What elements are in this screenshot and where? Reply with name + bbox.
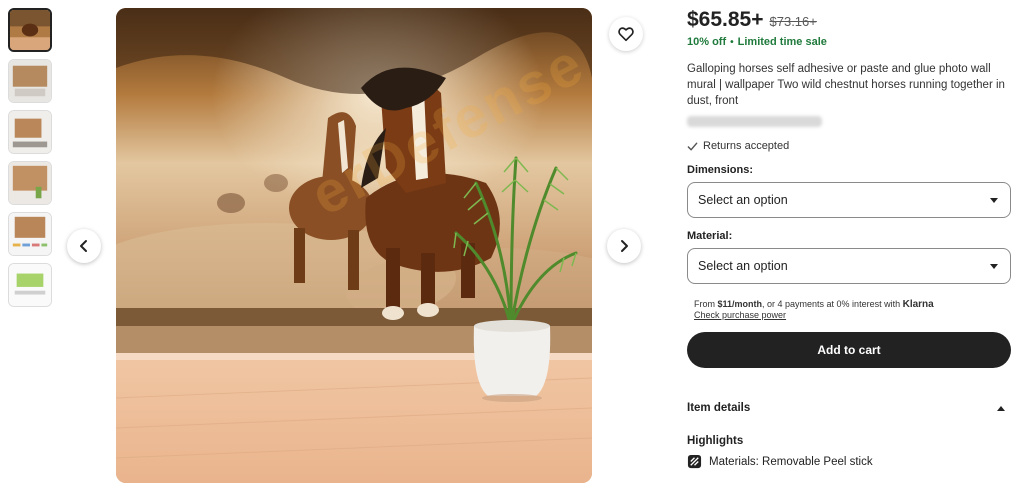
thumbnail-3[interactable] bbox=[8, 110, 52, 154]
sale-price: $65.85+ bbox=[687, 8, 764, 31]
material-value: Select an option bbox=[698, 259, 788, 273]
item-details-label: Item details bbox=[687, 402, 751, 414]
sale-separator: • bbox=[730, 36, 734, 48]
thumbnail-5[interactable] bbox=[8, 212, 52, 256]
klarna-brand: Klarna bbox=[902, 299, 934, 310]
previous-image-button[interactable] bbox=[67, 229, 101, 263]
original-price: $73.16+ bbox=[769, 14, 817, 29]
checkmark-icon bbox=[687, 142, 698, 150]
material-select[interactable]: Select an option bbox=[687, 248, 1011, 284]
discount-text: 10% off bbox=[687, 36, 727, 48]
klarna-financing: From $11/month, or 4 payments at 0% inte… bbox=[687, 299, 1011, 321]
thumbnail-2[interactable] bbox=[8, 59, 52, 103]
thumbnail-4[interactable] bbox=[8, 161, 52, 205]
thumbnail-3-image bbox=[9, 111, 51, 153]
price-row: $65.85+ $73.16+ bbox=[687, 8, 1011, 32]
highlights-heading: Highlights bbox=[687, 435, 744, 447]
add-to-cart-button[interactable]: Add to cart bbox=[687, 332, 1011, 368]
material-label: Material: bbox=[687, 230, 733, 242]
caret-down-icon bbox=[990, 197, 998, 203]
seller-name-blurred[interactable] bbox=[687, 116, 822, 127]
returns-text: Returns accepted bbox=[703, 140, 790, 152]
listing-title: Galloping horses self adhesive or paste … bbox=[687, 63, 1005, 107]
thumbnail-6-image bbox=[9, 264, 51, 306]
klarna-amount: $11/month bbox=[717, 299, 763, 309]
caret-down-icon bbox=[990, 263, 998, 269]
thumbnail-2-image bbox=[9, 60, 51, 102]
klarna-middle: , or 4 payments at 0% interest with bbox=[762, 299, 903, 309]
wall-mural-photo bbox=[116, 8, 592, 483]
thumbnail-1[interactable] bbox=[8, 8, 52, 52]
thumbnail-6[interactable] bbox=[8, 263, 52, 307]
returns-policy: Returns accepted bbox=[687, 140, 1011, 152]
next-image-button[interactable] bbox=[607, 229, 641, 263]
sale-label: Limited time sale bbox=[737, 36, 827, 48]
thumbnail-list bbox=[8, 8, 52, 314]
chevron-right-icon bbox=[621, 240, 628, 252]
purchase-panel: $65.85+ $73.16+ 10% off • Limited time s… bbox=[687, 8, 1011, 469]
sale-info: 10% off • Limited time sale bbox=[687, 36, 1011, 48]
material-icon bbox=[687, 454, 702, 469]
dimensions-select[interactable]: Select an option bbox=[687, 182, 1011, 218]
dimensions-label: Dimensions: bbox=[687, 164, 754, 176]
chevron-up-icon bbox=[997, 405, 1005, 411]
chevron-left-icon bbox=[80, 240, 87, 252]
main-product-image[interactable] bbox=[116, 8, 592, 483]
thumbnail-1-image bbox=[10, 10, 50, 50]
material-text: Materials: Removable Peel stick bbox=[709, 455, 873, 468]
dimensions-value: Select an option bbox=[698, 193, 788, 207]
klarna-prefix: From bbox=[694, 299, 718, 309]
thumbnail-4-image bbox=[9, 162, 51, 204]
item-details-toggle[interactable]: Item details bbox=[687, 402, 1011, 414]
favorite-button[interactable] bbox=[609, 17, 643, 51]
heart-icon bbox=[618, 27, 634, 42]
thumbnail-5-image bbox=[9, 213, 51, 255]
check-purchase-power-link[interactable]: Check purchase power bbox=[694, 310, 786, 321]
material-highlight: Materials: Removable Peel stick bbox=[687, 454, 1011, 469]
